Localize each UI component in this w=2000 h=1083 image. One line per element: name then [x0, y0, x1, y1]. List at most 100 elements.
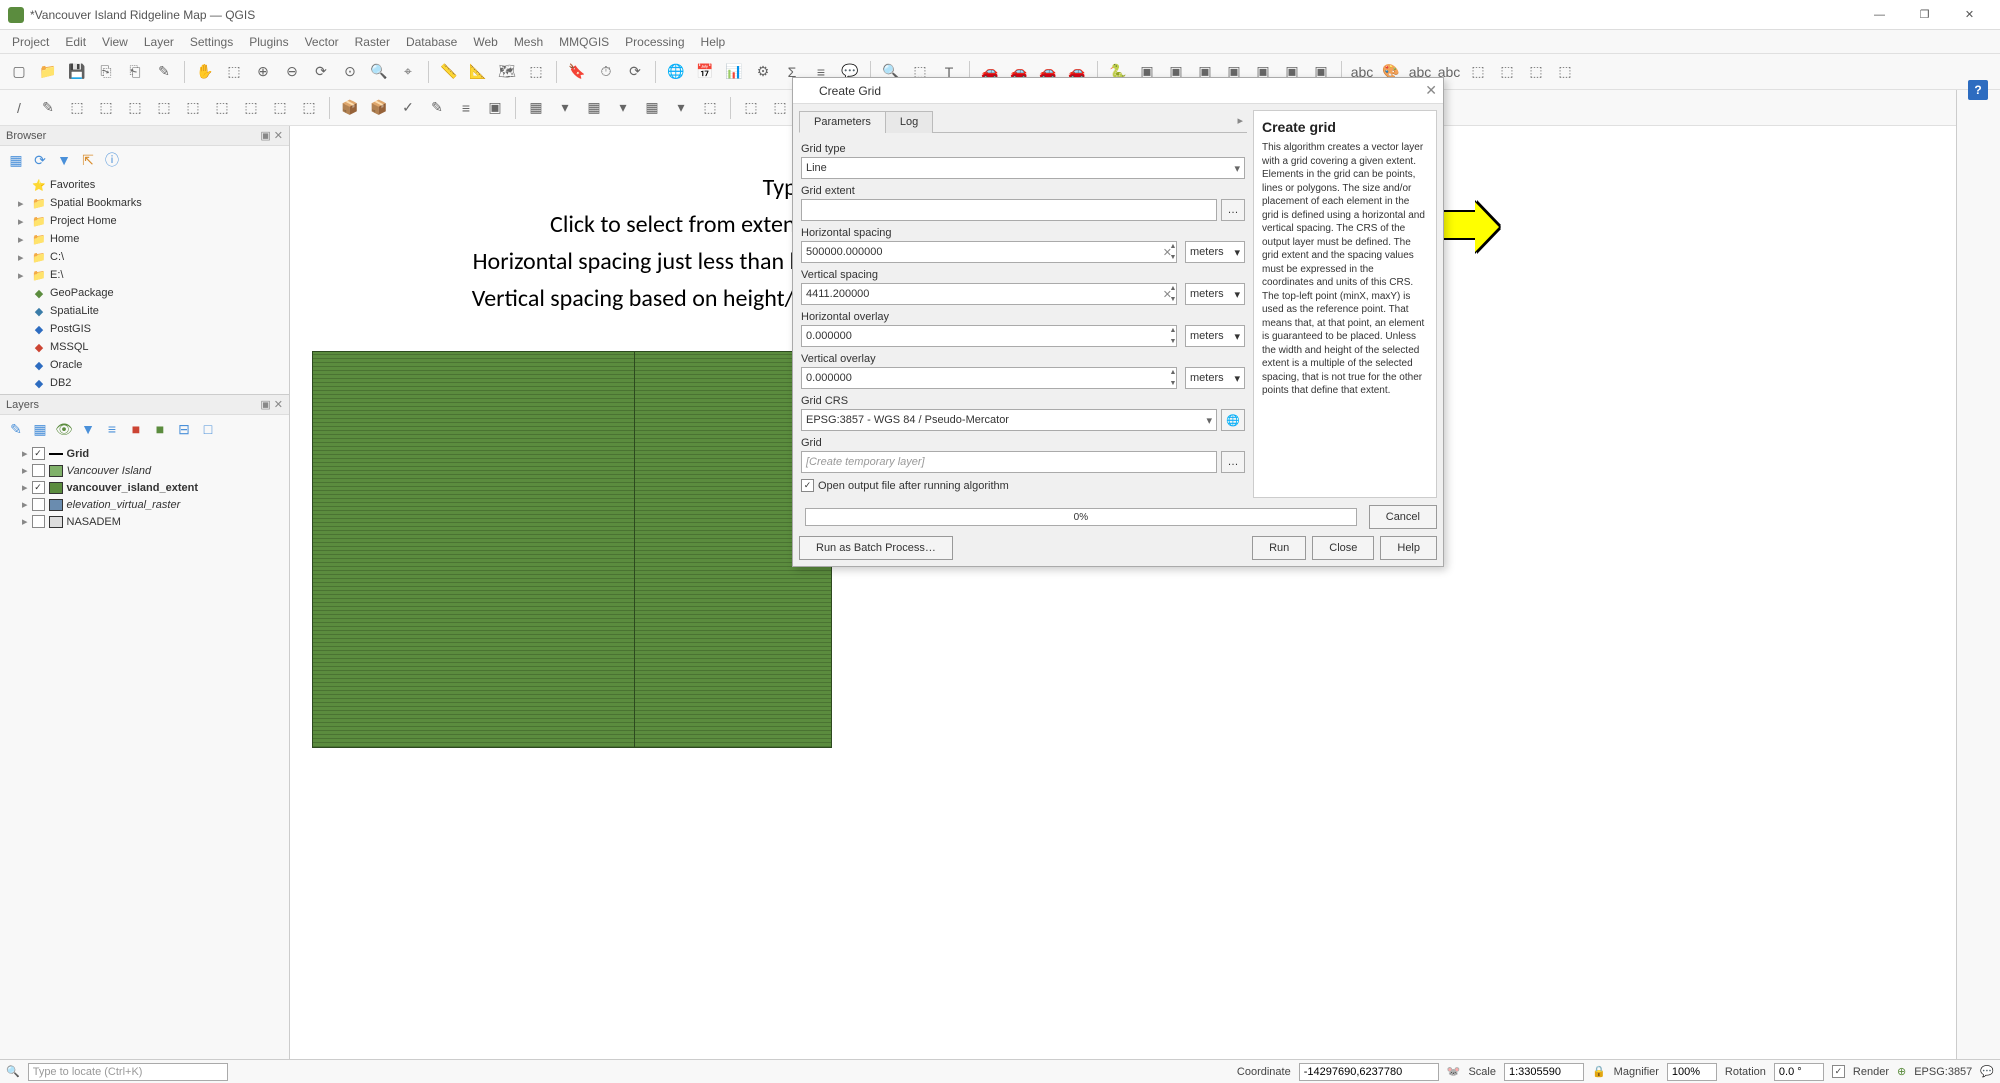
menu-plugins[interactable]: Plugins [241, 32, 296, 52]
toolbar-button[interactable]: ⊕ [250, 59, 276, 85]
toolbar-button[interactable]: ✋ [192, 59, 218, 85]
menu-processing[interactable]: Processing [617, 32, 692, 52]
hoverlay-unit-select[interactable]: meters▾ [1185, 325, 1245, 347]
grid-type-select[interactable]: Line▾ [801, 157, 1245, 179]
properties-icon[interactable]: ⓘ [102, 150, 122, 170]
toolbar-button[interactable]: 📦 [366, 95, 392, 121]
open-output-checkbox[interactable]: ✓ [801, 479, 814, 492]
epsg-label[interactable]: EPSG:3857 [1914, 1066, 1972, 1078]
panel-close-icon[interactable]: ▣ ✕ [260, 129, 283, 142]
layer-item[interactable]: ▸NASADEM [0, 513, 289, 530]
layer-edit-icon[interactable]: ■ [126, 419, 146, 439]
menu-view[interactable]: View [94, 32, 136, 52]
voverlay-input[interactable]: 0.000000 [801, 367, 1177, 389]
toolbar-button[interactable]: 📦 [337, 95, 363, 121]
toolbar-button[interactable]: ⬚ [267, 95, 293, 121]
spinner-icon[interactable]: ▲▼ [1165, 367, 1181, 389]
toolbar-button[interactable]: ▾ [610, 95, 636, 121]
render-checkbox[interactable]: ✓ [1832, 1065, 1845, 1078]
toolbar-button[interactable]: ⬚ [93, 95, 119, 121]
browser-item[interactable]: ⭐Favorites [0, 176, 289, 194]
dialog-titlebar[interactable]: Create Grid ✕ [793, 78, 1443, 104]
toolbar-button[interactable]: 📏 [436, 59, 462, 85]
locate-input[interactable]: Type to locate (Ctrl+K) [28, 1063, 228, 1081]
layer-item[interactable]: ▸✓Grid [0, 445, 289, 462]
toolbar-button[interactable]: ⌖ [395, 59, 421, 85]
collapse-icon[interactable]: ⇱ [78, 150, 98, 170]
toolbar-button[interactable]: ⬚ [523, 59, 549, 85]
toolbar-button[interactable]: ▦ [523, 95, 549, 121]
expand-icon[interactable]: ≡ [102, 419, 122, 439]
layer-item[interactable]: ▸Vancouver Island [0, 462, 289, 479]
toolbar-button[interactable]: ⎗ [122, 59, 148, 85]
menu-project[interactable]: Project [4, 32, 57, 52]
output-picker-button[interactable]: … [1221, 451, 1245, 473]
toolbar-button[interactable]: ⊖ [279, 59, 305, 85]
close-dialog-button[interactable]: Close [1312, 536, 1374, 560]
help-button[interactable]: Help [1380, 536, 1437, 560]
close-button[interactable]: ✕ [1947, 1, 1992, 29]
toolbar-button[interactable]: ⬚ [697, 95, 723, 121]
run-button[interactable]: Run [1252, 536, 1306, 560]
toolbar-button[interactable]: ⬚ [1494, 59, 1520, 85]
toolbar-button[interactable]: ⬚ [180, 95, 206, 121]
toolbar-button[interactable]: ⬚ [1523, 59, 1549, 85]
extent-picker-button[interactable]: … [1221, 199, 1245, 221]
toolbar-button[interactable]: ✓ [395, 95, 421, 121]
toolbar-button[interactable]: ▦ [581, 95, 607, 121]
toolbar-button[interactable]: ⊙ [337, 59, 363, 85]
toolbar-button[interactable]: ⬚ [238, 95, 264, 121]
grid-extent-input[interactable] [801, 199, 1217, 221]
toolbar-button[interactable]: ⚙ [750, 59, 776, 85]
crs-picker-button[interactable]: 🌐 [1221, 409, 1245, 431]
layer-opts-icon[interactable]: □ [198, 419, 218, 439]
toolbar-button[interactable]: 🔍 [366, 59, 392, 85]
toolbar-button[interactable]: 🗺 [494, 59, 520, 85]
menu-help[interactable]: Help [693, 32, 734, 52]
spinner-icon[interactable]: ▲▼ [1165, 325, 1181, 347]
filter-icon[interactable]: ▼ [54, 150, 74, 170]
dialog-close-icon[interactable]: ✕ [1425, 82, 1437, 99]
add-layer-icon[interactable]: ▦ [6, 150, 26, 170]
toolbar-button[interactable]: ⬚ [296, 95, 322, 121]
toolbar-button[interactable]: ⏱ [593, 59, 619, 85]
filter-layers-icon[interactable]: ▼ [78, 419, 98, 439]
toolbar-button[interactable]: 📐 [465, 59, 491, 85]
scale-input[interactable] [1504, 1063, 1584, 1081]
toolbar-button[interactable]: ⬚ [1552, 59, 1578, 85]
toolbar-button[interactable]: ▢ [6, 59, 32, 85]
toolbar-button[interactable]: ▾ [668, 95, 694, 121]
menu-database[interactable]: Database [398, 32, 465, 52]
toolbar-button[interactable]: ⬚ [221, 59, 247, 85]
toolbar-button[interactable]: 📊 [721, 59, 747, 85]
vspacing-unit-select[interactable]: meters▾ [1185, 283, 1245, 305]
toolbar-button[interactable]: ⎘ [93, 59, 119, 85]
toolbar-button[interactable]: ⬚ [1465, 59, 1491, 85]
toolbar-button[interactable]: ▾ [552, 95, 578, 121]
layers-tree[interactable]: ▸✓Grid▸Vancouver Island▸✓vancouver_islan… [0, 443, 289, 532]
toolbar-button[interactable]: ⬚ [122, 95, 148, 121]
toolbar-button[interactable]: 🌐 [663, 59, 689, 85]
browser-item[interactable]: ◆Oracle [0, 356, 289, 374]
coordinate-input[interactable] [1299, 1063, 1439, 1081]
spinner-icon[interactable]: ▲▼ [1165, 283, 1181, 305]
browser-item[interactable]: ◆DB2 [0, 374, 289, 392]
hoverlay-input[interactable]: 0.000000 [801, 325, 1177, 347]
toolbar-button[interactable]: 📁 [35, 59, 61, 85]
tab-parameters[interactable]: Parameters [799, 111, 886, 133]
voverlay-unit-select[interactable]: meters▾ [1185, 367, 1245, 389]
add-group-icon[interactable]: ▦ [30, 419, 50, 439]
toolbar-button[interactable]: ✎ [424, 95, 450, 121]
hspacing-unit-select[interactable]: meters▾ [1185, 241, 1245, 263]
layer-edit2-icon[interactable]: ■ [150, 419, 170, 439]
toolbar-button[interactable]: ⬚ [151, 95, 177, 121]
lock-icon[interactable]: 🔒 [1592, 1065, 1606, 1078]
toolbar-button[interactable]: 📅 [692, 59, 718, 85]
toolbar-button[interactable]: ⬚ [767, 95, 793, 121]
style-icon[interactable]: ✎ [6, 419, 26, 439]
menu-web[interactable]: Web [465, 32, 505, 52]
tab-log[interactable]: Log [885, 111, 933, 133]
layer-item[interactable]: ▸elevation_virtual_raster [0, 496, 289, 513]
panel-close-icon[interactable]: ▣ ✕ [260, 398, 283, 411]
search-icon[interactable]: 🔍 [6, 1065, 20, 1078]
